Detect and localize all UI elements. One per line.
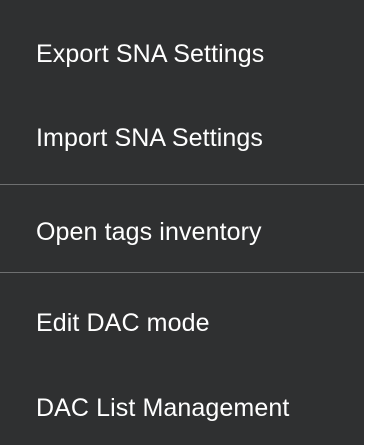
menu-divider xyxy=(0,184,364,185)
menu-item-label: Edit DAC mode xyxy=(36,308,210,337)
menu-item-export-sna-settings[interactable]: Export SNA Settings xyxy=(0,19,364,89)
menu-item-import-sna-settings[interactable]: Import SNA Settings xyxy=(0,103,364,173)
menu-item-label: Export SNA Settings xyxy=(36,39,265,68)
menu-item-edit-dac-mode[interactable]: Edit DAC mode xyxy=(0,288,364,358)
menu-item-label: DAC List Management xyxy=(36,393,290,422)
menu-item-label: Open tags inventory xyxy=(36,217,262,246)
context-menu: Export SNA Settings Import SNA Settings … xyxy=(0,0,364,445)
menu-item-open-tags-inventory[interactable]: Open tags inventory xyxy=(0,197,364,267)
menu-divider xyxy=(0,272,364,273)
menu-item-label: Import SNA Settings xyxy=(36,123,263,152)
menu-item-dac-list-management[interactable]: DAC List Management xyxy=(0,373,364,443)
